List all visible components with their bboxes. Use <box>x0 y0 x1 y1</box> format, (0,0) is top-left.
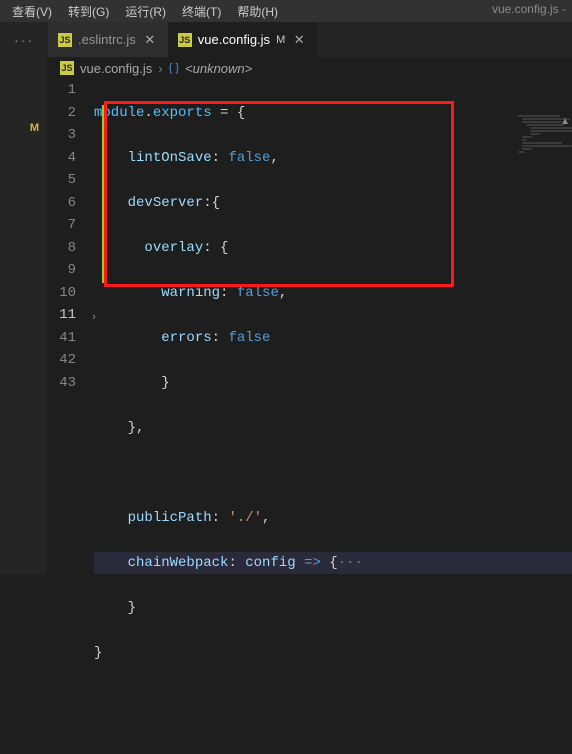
menu-goto[interactable]: 转到(G) <box>60 1 117 22</box>
tab-eslintrc[interactable]: JS .eslintrc.js ✕ <box>48 22 168 57</box>
code-area[interactable]: 1 2 3 4 5 6 7 8 9 10 11 41 42 43 › modul… <box>48 79 572 754</box>
tab-bar: ··· JS .eslintrc.js ✕ JS vue.config.js M… <box>0 22 572 57</box>
js-file-icon: JS <box>60 61 74 75</box>
symbol-icon: { } <box>169 62 179 74</box>
menu-run[interactable]: 运行(R) <box>117 1 174 22</box>
git-modified-badge: M <box>276 34 285 46</box>
code-content[interactable]: module.exports = { lintOnSave: false, de… <box>94 79 572 754</box>
line-number-gutter: 1 2 3 4 5 6 7 8 9 10 11 41 42 43 <box>48 79 94 754</box>
close-icon[interactable]: ✕ <box>291 32 307 48</box>
breadcrumb-file[interactable]: vue.config.js <box>80 61 152 76</box>
js-file-icon: JS <box>58 33 72 47</box>
chevron-right-icon: › <box>158 61 162 76</box>
tab-vue-config[interactable]: JS vue.config.js M ✕ <box>168 22 317 57</box>
breadcrumb[interactable]: JS vue.config.js › { } <unknown> <box>48 57 572 79</box>
breadcrumb-symbol[interactable]: <unknown> <box>185 61 252 76</box>
window-title: vue.config.js - <box>492 2 566 16</box>
tab-label: vue.config.js <box>198 32 270 47</box>
overflow-menu-icon[interactable]: ··· <box>0 32 48 48</box>
fold-chevron-icon[interactable]: › <box>88 307 100 330</box>
git-status-row[interactable]: M <box>0 117 47 139</box>
menu-help[interactable]: 帮助(H) <box>229 1 286 22</box>
editor[interactable]: JS vue.config.js › { } <unknown> 1 2 3 4… <box>48 57 572 575</box>
menu-terminal[interactable]: 终端(T) <box>174 1 229 22</box>
menu-view[interactable]: 查看(V) <box>4 1 60 22</box>
close-icon[interactable]: ✕ <box>142 32 158 48</box>
menu-bar: 查看(V) 转到(G) 运行(R) 终端(T) 帮助(H) vue.config… <box>0 0 572 22</box>
tab-label: .eslintrc.js <box>78 32 136 47</box>
js-file-icon: JS <box>178 33 192 47</box>
explorer-sidebar: M <box>0 57 48 575</box>
git-modified-icon: M <box>30 122 39 134</box>
